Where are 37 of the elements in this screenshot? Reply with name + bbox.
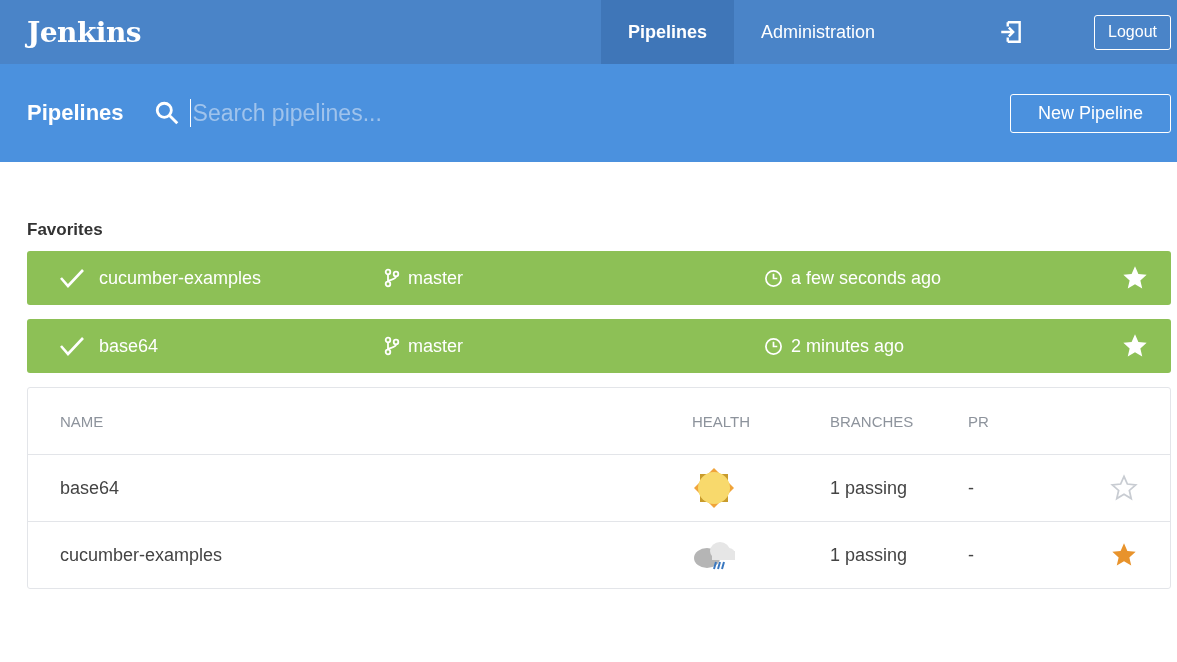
pipeline-row[interactable]: cucumber-examples 1 passing -: [28, 521, 1170, 588]
check-icon: [59, 335, 85, 357]
branch-status: 1 passing: [830, 544, 909, 566]
logout-button[interactable]: Logout: [1094, 14, 1171, 50]
check-icon: [59, 267, 85, 289]
branch-icon: [384, 336, 400, 356]
run-time: 2 minutes ago: [791, 335, 905, 357]
outline-star-icon[interactable]: [1110, 474, 1138, 502]
search-field[interactable]: Search pipelines...: [189, 99, 1010, 127]
column-header: PR: [968, 412, 990, 430]
clock-icon: [764, 336, 783, 356]
sun-icon: [692, 466, 736, 510]
pipeline-name: cucumber-examples: [99, 267, 263, 289]
branch-name: master: [408, 267, 463, 289]
column-header: BRANCHES: [830, 412, 915, 430]
run-time: a few seconds ago: [791, 267, 942, 289]
clock-icon: [764, 268, 783, 288]
favorite-pipeline-card[interactable]: base64 master 2 minutes ago: [27, 319, 1171, 373]
pipeline-name: base64: [60, 477, 121, 499]
pipeline-name: base64: [99, 335, 160, 357]
nav-tab[interactable]: Pipelines: [601, 0, 734, 64]
pr-count: -: [968, 544, 975, 566]
pr-count: -: [968, 477, 975, 499]
pipeline-name: cucumber-examples: [60, 544, 224, 566]
pipeline-row[interactable]: base64 1 passing -: [28, 454, 1170, 521]
branch-status: 1 passing: [830, 477, 909, 499]
branch-name: master: [408, 335, 463, 357]
jenkins-logo[interactable]: Jenkins: [0, 0, 601, 64]
column-header: HEALTH: [692, 412, 752, 430]
favorite-pipeline-card[interactable]: cucumber-examples master a few seconds ago: [27, 251, 1171, 305]
branch-icon: [384, 268, 400, 288]
new-pipeline-button[interactable]: New Pipeline: [1009, 93, 1171, 133]
nav-tab[interactable]: Administration: [734, 0, 903, 64]
section-heading: Favorites: [27, 220, 104, 240]
page-title: Pipelines: [27, 100, 124, 126]
search-icon: [153, 100, 180, 126]
column-header: NAME: [60, 412, 105, 430]
